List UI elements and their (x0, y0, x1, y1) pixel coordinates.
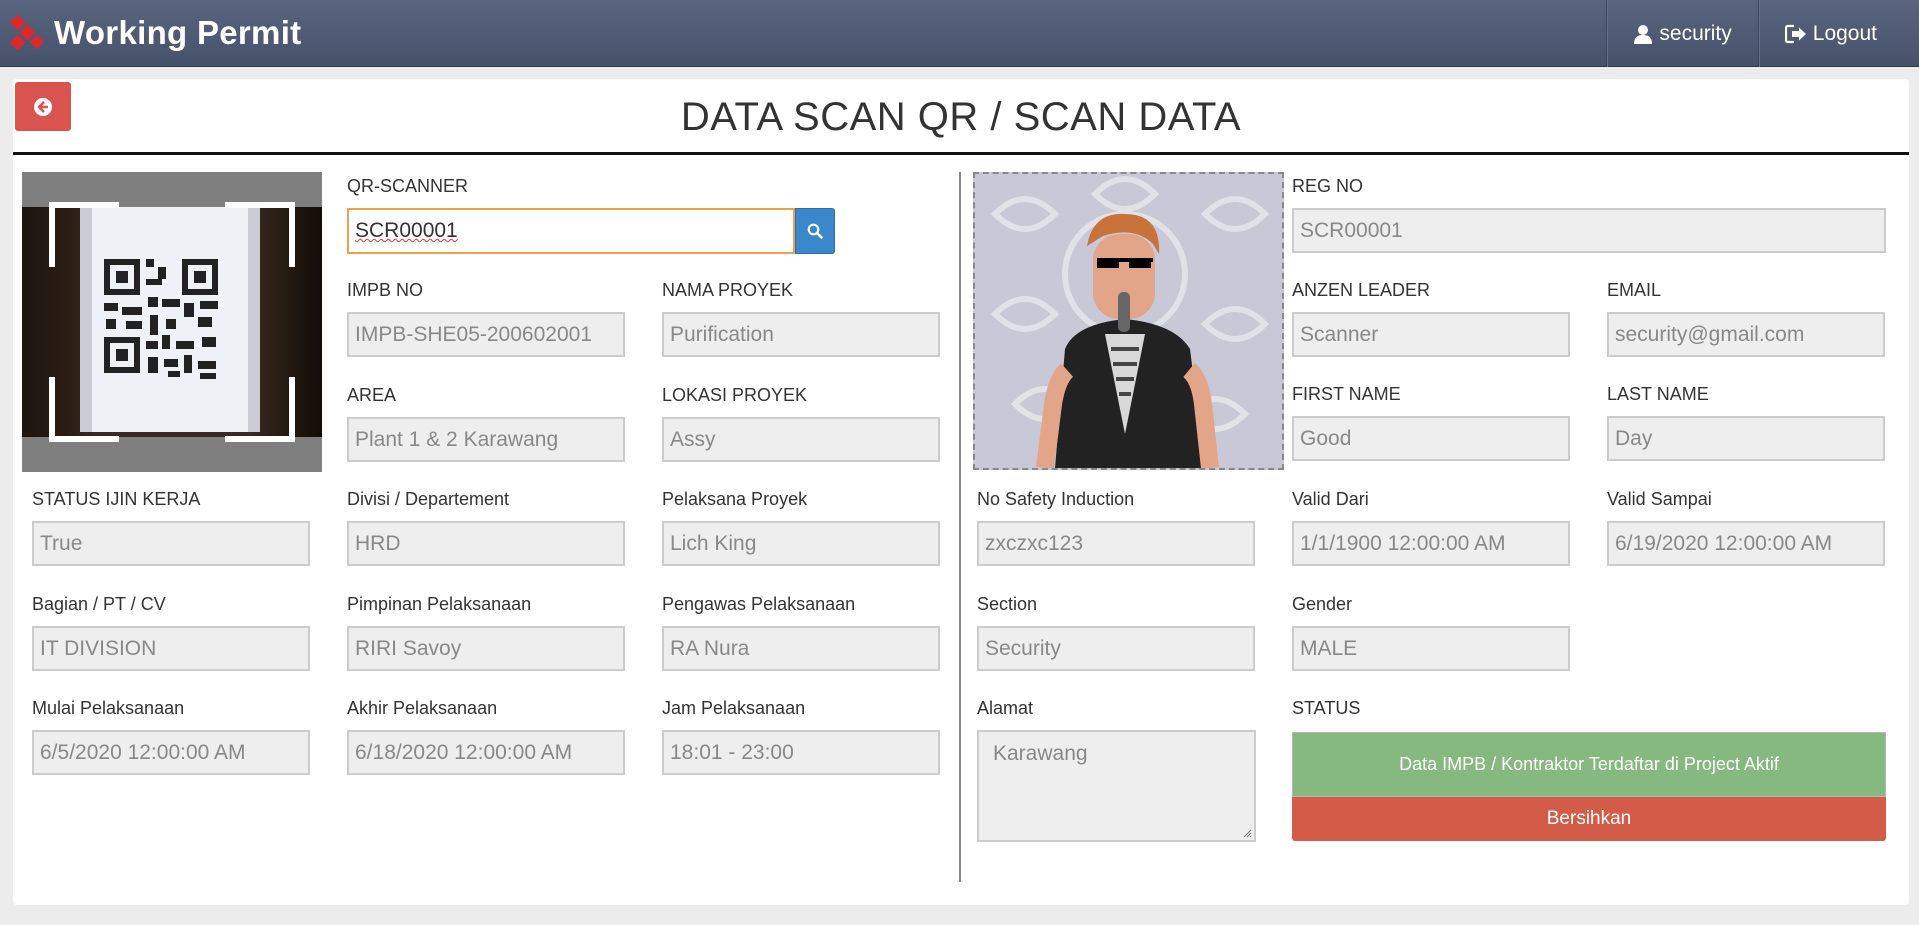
brand-title: Working Permit (54, 14, 302, 51)
divisi-label: Divisi / Departement (347, 489, 510, 509)
top-navbar: Working Permit security Logout (0, 0, 1919, 67)
last-name-field[interactable]: Day (1607, 416, 1885, 461)
pelaksana-proyek-label: Pelaksana Proyek (662, 489, 808, 509)
jam-pelaksanaan-field[interactable]: 18:01 - 23:00 (662, 730, 940, 775)
section-field[interactable]: Security (977, 626, 1255, 671)
status-ijin-kerja-field[interactable]: True (32, 521, 310, 566)
gender-field[interactable]: MALE (1292, 626, 1570, 671)
jam-pelaksanaan-label: Jam Pelaksanaan (662, 698, 806, 718)
alamat-value: Karawang (993, 742, 1088, 765)
qr-search-button[interactable] (795, 208, 835, 254)
email-field[interactable]: security@gmail.com (1607, 312, 1885, 357)
mulai-pelaksanaan-label: Mulai Pelaksanaan (32, 698, 185, 718)
no-safety-induction-field[interactable]: zxczxc123 (977, 521, 1255, 566)
alamat-textarea[interactable]: Karawang (977, 730, 1256, 842)
logout-link[interactable]: Logout (1757, 0, 1919, 67)
qr-camera-preview (22, 172, 322, 472)
pelaksana-proyek-field[interactable]: Lich King (662, 521, 940, 566)
user-menu[interactable]: security (1606, 0, 1757, 67)
impb-no-field[interactable]: IMPB-SHE05-200602001 (347, 312, 625, 357)
reg-no-label: REG NO (1292, 176, 1364, 196)
first-name-label: FIRST NAME (1292, 384, 1401, 404)
user-name: security (1659, 21, 1732, 45)
divisi-field[interactable]: HRD (347, 521, 625, 566)
pimpinan-label: Pimpinan Pelaksanaan (347, 594, 532, 614)
qr-scanner-value: SCR00001 (355, 219, 458, 242)
pimpinan-field[interactable]: RIRI Savoy (347, 626, 625, 671)
column-divider (959, 172, 961, 882)
last-name-label: LAST NAME (1607, 384, 1709, 404)
status-ijin-kerja-label: STATUS IJIN KERJA (32, 489, 201, 509)
mulai-pelaksanaan-field[interactable]: 6/5/2020 12:00:00 AM (32, 730, 310, 775)
pengawas-field[interactable]: RA Nura (662, 626, 940, 671)
lokasi-proyek-label: LOKASI PROYEK (662, 385, 808, 405)
valid-dari-label: Valid Dari (1292, 489, 1369, 509)
no-safety-induction-label: No Safety Induction (977, 489, 1135, 509)
brand-logo-icon (10, 14, 45, 51)
gender-label: Gender (1292, 594, 1353, 614)
status-message-box: Data IMPB / Kontraktor Terdaftar di Proj… (1292, 732, 1886, 797)
qr-scanner-input[interactable]: SCR00001 (347, 208, 795, 254)
profile-photo (973, 172, 1284, 470)
akhir-pelaksanaan-label: Akhir Pelaksanaan (347, 698, 498, 718)
pengawas-label: Pengawas Pelaksanaan (662, 594, 856, 614)
resize-grip-icon[interactable] (1242, 828, 1252, 838)
section-label: Section (977, 594, 1038, 614)
anzen-leader-field[interactable]: Scanner (1292, 312, 1570, 357)
logout-label: Logout (1812, 21, 1877, 45)
nama-proyek-field[interactable]: Purification (662, 312, 940, 357)
valid-sampai-field[interactable]: 6/19/2020 12:00:00 AM (1607, 521, 1885, 566)
page-title: DATA SCAN QR / SCAN DATA (680, 95, 1242, 139)
reg-no-field[interactable]: SCR00001 (1292, 208, 1886, 253)
anzen-leader-label: ANZEN LEADER (1292, 280, 1431, 300)
user-icon (1634, 24, 1653, 44)
title-divider (13, 152, 1909, 155)
lokasi-proyek-field[interactable]: Assy (662, 417, 940, 462)
area-field[interactable]: Plant 1 & 2 Karawang (347, 417, 625, 462)
first-name-field[interactable]: Good (1292, 416, 1570, 461)
scan-frame-corners (49, 202, 295, 442)
scan-panel: DATA SCAN QR / SCAN DATA QR-SCANNER SCR0… (13, 79, 1909, 905)
nama-proyek-label: NAMA PROYEK (662, 280, 794, 300)
qr-scanner-label: QR-SCANNER (347, 176, 469, 196)
brand[interactable]: Working Permit (10, 11, 301, 55)
alamat-label: Alamat (977, 698, 1034, 718)
akhir-pelaksanaan-field[interactable]: 6/18/2020 12:00:00 AM (347, 730, 625, 775)
email-label: EMAIL (1607, 280, 1662, 300)
impb-no-label: IMPB NO (347, 280, 424, 300)
valid-sampai-label: Valid Sampai (1607, 489, 1712, 509)
search-icon (807, 223, 823, 239)
area-label: AREA (347, 385, 397, 405)
valid-dari-field[interactable]: 1/1/1900 12:00:00 AM (1292, 521, 1570, 566)
logout-icon (1784, 24, 1806, 43)
clear-button[interactable]: Bersihkan (1292, 797, 1886, 841)
status-label: STATUS (1292, 698, 1361, 718)
bagian-label: Bagian / PT / CV (32, 594, 166, 614)
bagian-field[interactable]: IT DIVISION (32, 626, 310, 671)
